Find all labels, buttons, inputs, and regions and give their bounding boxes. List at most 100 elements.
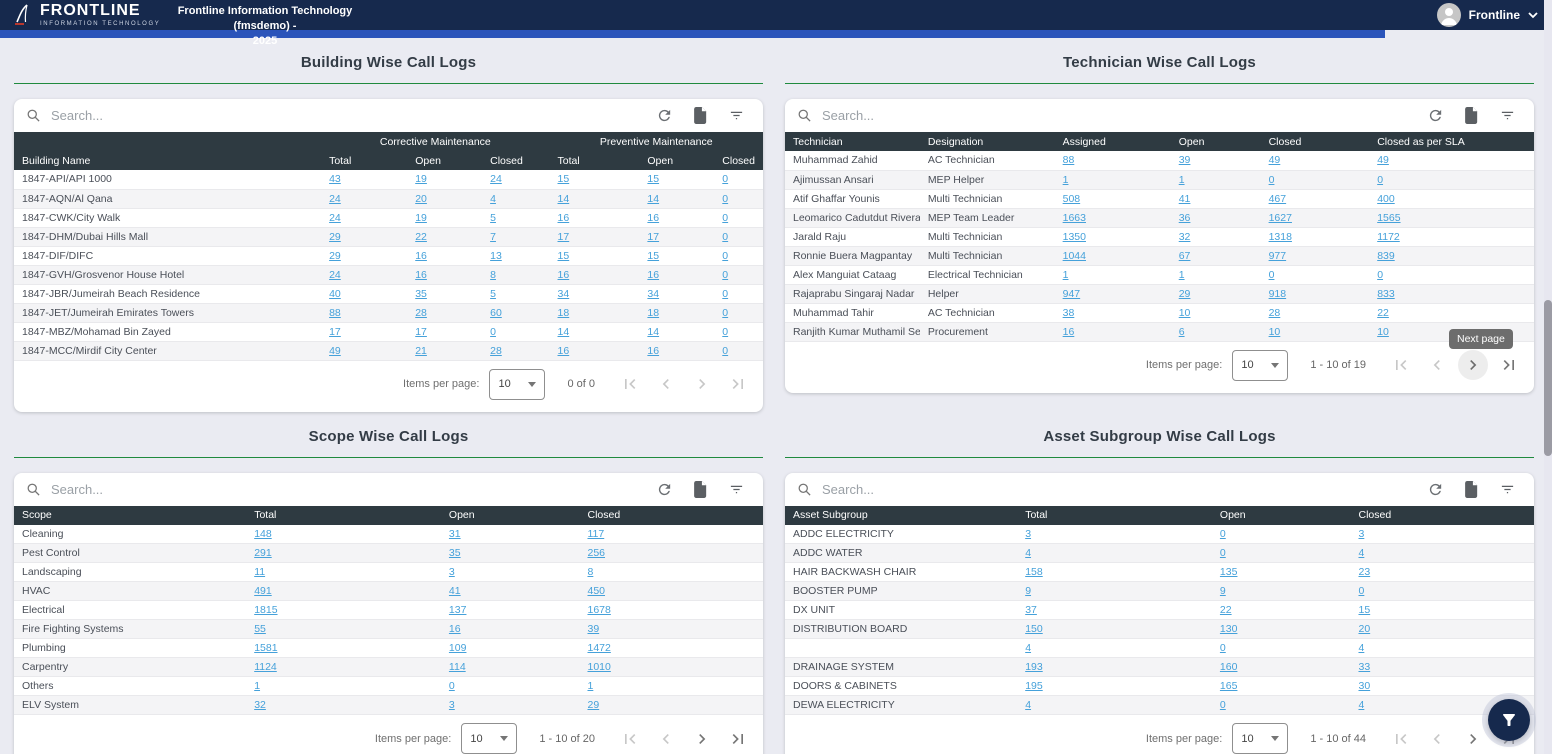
filter-button[interactable] [1494,482,1520,497]
count-link[interactable]: 977 [1269,250,1287,262]
count-link[interactable]: 29 [329,231,341,243]
count-link[interactable]: 16 [647,212,659,224]
previous-page-button[interactable] [651,369,681,399]
next-page-button[interactable] [687,724,717,754]
count-link[interactable]: 0 [722,173,728,185]
scope-search-input[interactable] [51,482,641,497]
export-button[interactable] [687,481,713,498]
filter-button[interactable] [723,108,749,123]
page-size-select[interactable]: 10 [1232,723,1288,754]
count-link[interactable]: 14 [558,326,570,338]
count-link[interactable]: 3 [449,699,455,711]
count-link[interactable]: 24 [490,173,502,185]
page-size-select[interactable]: 10 [1232,350,1288,381]
first-page-button[interactable] [1386,724,1416,754]
count-link[interactable]: 49 [1377,154,1389,166]
count-link[interactable]: 14 [558,193,570,205]
count-link[interactable]: 41 [1179,193,1191,205]
count-link[interactable]: 39 [587,623,599,635]
count-link[interactable]: 0 [1269,269,1275,281]
count-link[interactable]: 15 [558,250,570,262]
refresh-button[interactable] [1422,481,1448,498]
user-menu[interactable]: Frontline [1437,3,1538,27]
count-link[interactable]: 30 [1358,680,1370,692]
next-page-button[interactable] [687,369,717,399]
count-link[interactable]: 1044 [1063,250,1086,262]
export-button[interactable] [1458,481,1484,498]
count-link[interactable]: 109 [449,642,467,654]
count-link[interactable]: 7 [490,231,496,243]
count-link[interactable]: 41 [449,585,461,597]
count-link[interactable]: 839 [1377,250,1395,262]
count-link[interactable]: 158 [1025,566,1043,578]
count-link[interactable]: 1 [1063,269,1069,281]
count-link[interactable]: 17 [329,326,341,338]
count-link[interactable]: 0 [1220,699,1226,711]
count-link[interactable]: 1565 [1377,212,1400,224]
count-link[interactable]: 28 [490,345,502,357]
previous-page-button[interactable] [1422,350,1452,380]
count-link[interactable]: 833 [1377,288,1395,300]
count-link[interactable]: 15 [647,173,659,185]
count-link[interactable]: 0 [1377,174,1383,186]
count-link[interactable]: 160 [1220,661,1238,673]
count-link[interactable]: 137 [449,604,467,616]
count-link[interactable]: 195 [1025,680,1043,692]
count-link[interactable]: 291 [254,547,272,559]
count-link[interactable]: 67 [1179,250,1191,262]
count-link[interactable]: 1581 [254,642,277,654]
export-button[interactable] [1458,107,1484,124]
count-link[interactable]: 0 [1220,528,1226,540]
count-link[interactable]: 1627 [1269,212,1292,224]
count-link[interactable]: 18 [647,307,659,319]
count-link[interactable]: 38 [1063,307,1075,319]
count-link[interactable]: 130 [1220,623,1238,635]
count-link[interactable]: 0 [490,326,496,338]
count-link[interactable]: 918 [1269,288,1287,300]
count-link[interactable]: 28 [1269,307,1281,319]
count-link[interactable]: 29 [329,250,341,262]
count-link[interactable]: 8 [587,566,593,578]
count-link[interactable]: 4 [1025,547,1031,559]
count-link[interactable]: 5 [490,212,496,224]
count-link[interactable]: 16 [647,269,659,281]
count-link[interactable]: 8 [490,269,496,281]
count-link[interactable]: 16 [449,623,461,635]
count-link[interactable]: 0 [722,231,728,243]
count-link[interactable]: 0 [1358,585,1364,597]
last-page-button[interactable] [1494,350,1524,380]
count-link[interactable]: 0 [449,680,455,692]
count-link[interactable]: 29 [587,699,599,711]
count-link[interactable]: 1472 [587,642,610,654]
count-link[interactable]: 24 [329,269,341,281]
count-link[interactable]: 13 [490,250,502,262]
count-link[interactable]: 34 [647,288,659,300]
asset-search-input[interactable] [822,482,1412,497]
count-link[interactable]: 1124 [254,661,277,673]
count-link[interactable]: 16 [558,269,570,281]
export-button[interactable] [687,107,713,124]
count-link[interactable]: 508 [1063,193,1081,205]
count-link[interactable]: 29 [1179,288,1191,300]
first-page-button[interactable] [615,369,645,399]
count-link[interactable]: 40 [329,288,341,300]
count-link[interactable]: 9 [1220,585,1226,597]
count-link[interactable]: 1663 [1063,212,1086,224]
count-link[interactable]: 4 [1025,699,1031,711]
global-filter-fab[interactable] [1488,699,1530,741]
page-scrollbar[interactable] [1544,0,1552,754]
count-link[interactable]: 34 [558,288,570,300]
count-link[interactable]: 17 [415,326,427,338]
count-link[interactable]: 23 [1358,566,1370,578]
count-link[interactable]: 15 [647,250,659,262]
count-link[interactable]: 467 [1269,193,1287,205]
count-link[interactable]: 17 [647,231,659,243]
first-page-button[interactable] [615,724,645,754]
count-link[interactable]: 193 [1025,661,1043,673]
count-link[interactable]: 0 [722,269,728,281]
count-link[interactable]: 19 [415,212,427,224]
count-link[interactable]: 3 [449,566,455,578]
count-link[interactable]: 20 [415,193,427,205]
count-link[interactable]: 0 [1220,642,1226,654]
count-link[interactable]: 20 [1358,623,1370,635]
